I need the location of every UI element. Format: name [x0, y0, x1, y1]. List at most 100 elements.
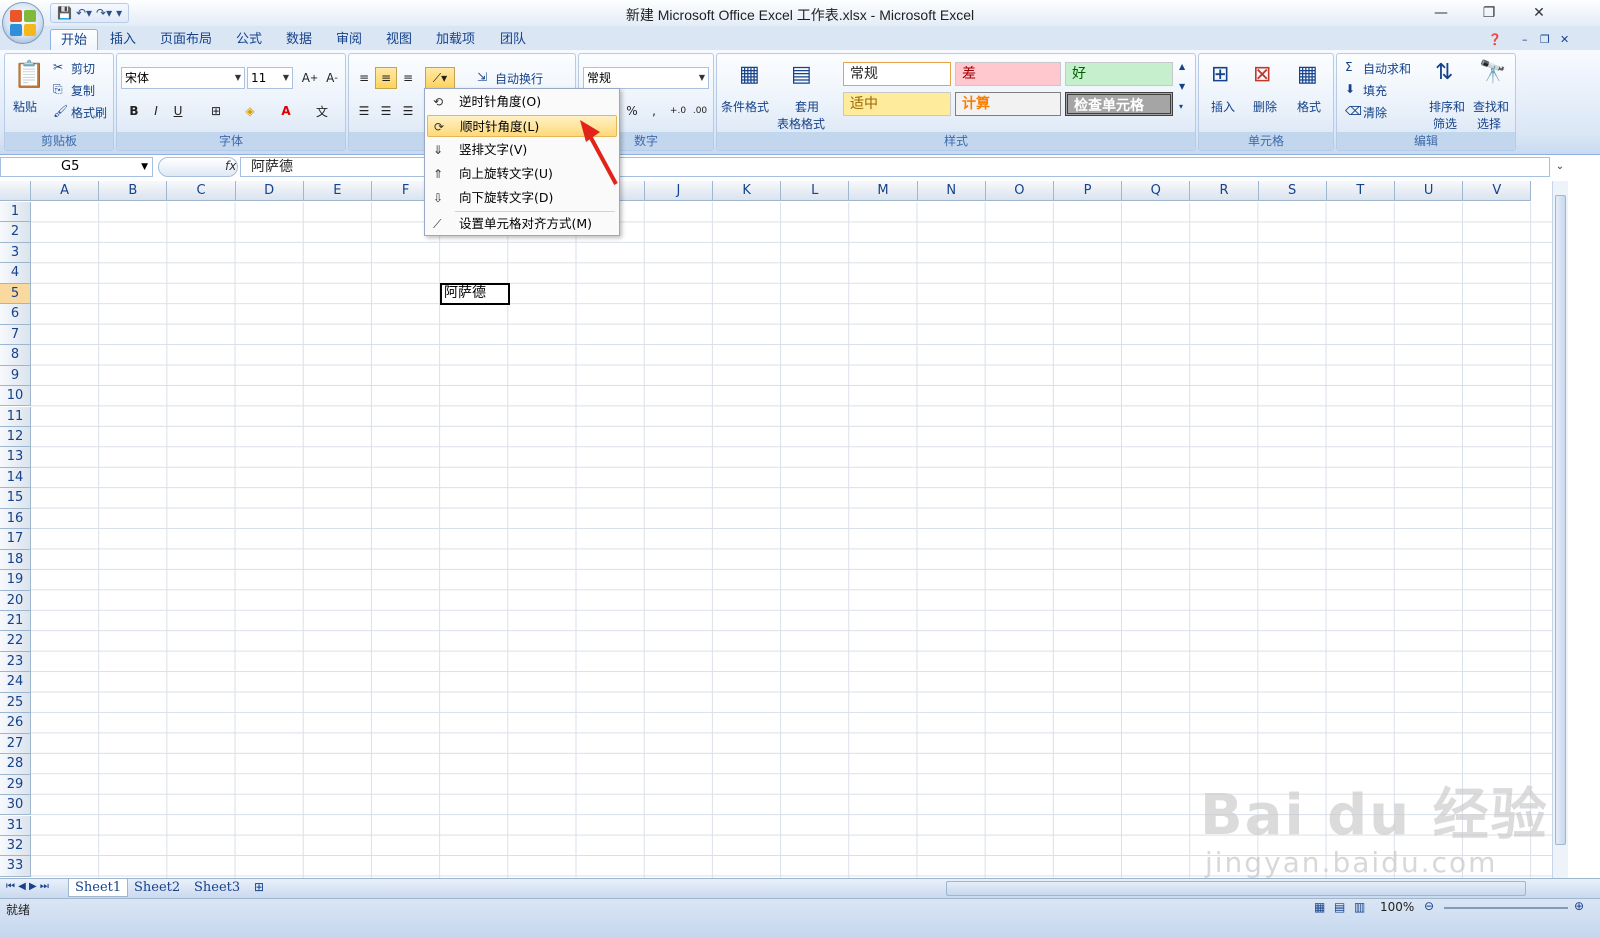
row-header-13[interactable]: 13: [0, 447, 31, 468]
delete-cells-button[interactable]: 删除: [1253, 98, 1277, 115]
decrease-decimal-icon[interactable]: .00: [689, 100, 711, 122]
insert-cells-icon[interactable]: ⊞: [1211, 62, 1229, 87]
row-header-8[interactable]: 8: [0, 345, 31, 366]
row-header-15[interactable]: 15: [0, 488, 31, 509]
column-header-e[interactable]: E: [303, 181, 372, 201]
border-icon[interactable]: ⊞: [205, 100, 227, 122]
autosum-icon[interactable]: Σ: [1345, 60, 1353, 74]
align-bottom-icon[interactable]: ≡: [397, 67, 419, 89]
row-header-12[interactable]: 12: [0, 426, 31, 448]
tab-review[interactable]: 审阅: [326, 29, 372, 50]
bold-button[interactable]: B: [123, 100, 145, 122]
format-painter-icon[interactable]: 🖌: [53, 104, 68, 118]
row-header-31[interactable]: 31: [0, 815, 31, 836]
row-header-17[interactable]: 17: [0, 529, 31, 550]
column-header-a[interactable]: A: [31, 181, 100, 201]
zoom-out-icon[interactable]: ⊖: [1424, 899, 1434, 913]
row-header-7[interactable]: 7: [0, 324, 31, 346]
vertical-scrollbar[interactable]: [1552, 181, 1568, 878]
zoom-slider[interactable]: [1444, 907, 1568, 909]
format-cells-icon[interactable]: ▦: [1297, 62, 1318, 87]
column-header-r[interactable]: R: [1190, 181, 1259, 201]
column-header-u[interactable]: U: [1395, 181, 1464, 201]
comma-button[interactable]: ,: [643, 100, 665, 122]
align-right-icon[interactable]: ☰: [397, 100, 419, 122]
zoom-in-icon[interactable]: ⊕: [1574, 899, 1584, 913]
increase-decimal-icon[interactable]: +.0: [667, 100, 689, 122]
grow-font-icon[interactable]: A +: [299, 67, 321, 89]
tab-addins[interactable]: 加载项: [426, 29, 485, 50]
row-header-21[interactable]: 21: [0, 611, 31, 632]
row-header-33[interactable]: 33: [0, 856, 31, 877]
normal-view-icon[interactable]: ▦: [1314, 900, 1325, 914]
clear-icon[interactable]: ⌫: [1345, 104, 1362, 118]
phonetic-icon[interactable]: 文: [311, 100, 333, 122]
underline-button[interactable]: U: [167, 100, 189, 122]
column-header-o[interactable]: O: [985, 181, 1054, 201]
column-header-n[interactable]: N: [917, 181, 986, 201]
italic-button[interactable]: I: [145, 100, 167, 122]
select-all-corner[interactable]: [0, 181, 31, 201]
row-header-5[interactable]: 5: [0, 283, 31, 305]
minimize-button[interactable]: —: [1418, 0, 1464, 26]
sheet-tab-1[interactable]: Sheet1: [68, 879, 129, 897]
format-painter-button[interactable]: 格式刷: [71, 104, 107, 121]
cut-icon[interactable]: ✂: [53, 60, 63, 74]
active-cell-g5[interactable]: 阿萨德: [440, 283, 510, 305]
format-cells-button[interactable]: 格式: [1297, 98, 1321, 115]
sort-filter-icon[interactable]: ⇅: [1435, 60, 1453, 85]
fill-button[interactable]: 填充: [1363, 82, 1387, 99]
tab-view[interactable]: 视图: [376, 29, 422, 50]
row-header-6[interactable]: 6: [0, 304, 31, 325]
column-header-q[interactable]: Q: [1122, 181, 1191, 201]
horizontal-scroll-thumb[interactable]: [946, 881, 1526, 896]
column-header-v[interactable]: V: [1463, 181, 1532, 201]
paste-icon[interactable]: 📋: [13, 60, 45, 90]
column-header-s[interactable]: S: [1258, 181, 1327, 201]
tab-team[interactable]: 团队: [490, 29, 536, 50]
row-header-3[interactable]: 3: [0, 242, 31, 264]
row-header-19[interactable]: 19: [0, 570, 31, 591]
styles-more-icon[interactable]: ▾: [1179, 102, 1183, 111]
sheet-tab-2[interactable]: Sheet2: [128, 879, 186, 897]
style-normal[interactable]: 常规: [843, 62, 951, 86]
column-header-k[interactable]: K: [713, 181, 782, 201]
row-header-23[interactable]: 23: [0, 651, 31, 673]
tab-insert[interactable]: 插入: [100, 29, 146, 50]
fill-color-icon[interactable]: ◈: [239, 100, 261, 122]
sort-filter-label-1[interactable]: 排序和: [1429, 98, 1465, 115]
close-button[interactable]: ✕: [1516, 0, 1562, 26]
row-header-18[interactable]: 18: [0, 549, 31, 571]
row-header-16[interactable]: 16: [0, 508, 31, 530]
column-header-d[interactable]: D: [235, 181, 304, 201]
orientation-icon[interactable]: ⟋▾: [425, 67, 455, 89]
font-name-select[interactable]: 宋体 ▼: [121, 67, 245, 89]
row-header-26[interactable]: 26: [0, 713, 31, 734]
menu-item-format-alignment[interactable]: ⟋ 设置单元格对齐方式(M): [427, 213, 617, 235]
page-layout-view-icon[interactable]: ▤: [1334, 900, 1345, 914]
style-bad[interactable]: 差: [955, 62, 1061, 86]
find-select-icon[interactable]: 🔭: [1479, 60, 1506, 85]
vertical-scroll-thumb[interactable]: [1555, 195, 1566, 845]
find-select-label-1[interactable]: 查找和: [1473, 98, 1509, 115]
name-box[interactable]: G5 ▼: [0, 157, 153, 177]
align-top-icon[interactable]: ≡: [353, 67, 375, 89]
row-header-20[interactable]: 20: [0, 590, 31, 611]
conditional-format-icon[interactable]: ▦: [739, 62, 760, 87]
table-format-label-1[interactable]: 套用: [795, 98, 819, 115]
column-header-m[interactable]: M: [849, 181, 918, 201]
conditional-format-button[interactable]: 条件格式: [721, 98, 769, 115]
row-header-11[interactable]: 11: [0, 406, 31, 427]
align-center-icon[interactable]: ☰: [375, 100, 397, 122]
column-header-j[interactable]: J: [644, 181, 713, 201]
row-header-22[interactable]: 22: [0, 631, 31, 652]
paste-button[interactable]: 粘贴: [13, 98, 37, 115]
sheet-tab-3[interactable]: Sheet3: [188, 879, 246, 897]
fill-icon[interactable]: ⬇: [1345, 82, 1355, 96]
style-neutral[interactable]: 适中: [843, 92, 951, 116]
insert-sheet-icon[interactable]: ⊞: [254, 880, 264, 894]
style-calculation[interactable]: 计算: [955, 92, 1061, 116]
tab-page-layout[interactable]: 页面布局: [150, 29, 222, 50]
row-header-28[interactable]: 28: [0, 754, 31, 775]
row-header-14[interactable]: 14: [0, 467, 31, 489]
